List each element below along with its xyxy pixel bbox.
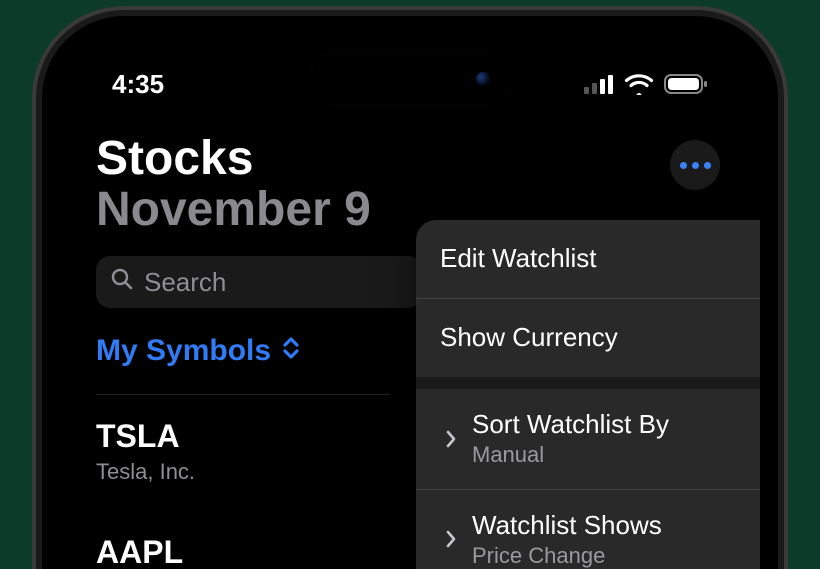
wifi-icon — [624, 73, 654, 95]
search-input[interactable]: Search — [96, 256, 422, 308]
status-time: 4:35 — [112, 69, 164, 100]
menu-item-show-currency[interactable]: Show Currency $ — [416, 298, 760, 377]
menu-item-value: Price Change — [472, 543, 760, 569]
chevron-right-icon — [440, 529, 462, 549]
menu-item-edit-watchlist[interactable]: Edit Watchlist — [416, 220, 760, 298]
watchlist-selector[interactable]: My Symbols — [96, 334, 301, 368]
menu-item-label: Sort Watchlist By — [472, 409, 760, 440]
chevron-up-down-icon — [281, 334, 301, 368]
context-menu: Edit Watchlist Show Currency $ — [416, 220, 760, 569]
cellular-icon — [584, 74, 614, 94]
menu-item-label: Edit Watchlist — [440, 243, 760, 274]
page-title: Stocks — [96, 134, 724, 184]
phone-frame: 4:35 — [32, 6, 788, 569]
stock-item[interactable]: AAPL — [96, 534, 183, 569]
search-icon — [110, 267, 134, 298]
ellipsis-icon — [680, 162, 687, 169]
phone-bezel: 4:35 — [42, 16, 778, 569]
search-placeholder: Search — [144, 267, 226, 298]
menu-item-sort-watchlist[interactable]: Sort Watchlist By Manual — [416, 389, 760, 489]
watchlist-selector-label: My Symbols — [96, 334, 271, 368]
stock-symbol: TSLA — [96, 418, 195, 455]
menu-item-watchlist-shows[interactable]: Watchlist Shows Price Change — [416, 489, 760, 569]
chevron-right-icon — [440, 429, 462, 449]
menu-item-label: Watchlist Shows — [472, 510, 760, 541]
ellipsis-icon — [704, 162, 711, 169]
status-bar: 4:35 — [60, 64, 760, 104]
more-button[interactable] — [670, 140, 720, 190]
divider — [96, 394, 390, 395]
menu-separator — [416, 377, 760, 389]
screen: 4:35 — [60, 34, 760, 569]
battery-icon — [664, 73, 708, 95]
menu-item-label: Show Currency — [440, 322, 760, 353]
stock-symbol: AAPL — [96, 534, 183, 569]
stock-name: Tesla, Inc. — [96, 459, 195, 485]
status-right — [584, 73, 708, 95]
ellipsis-icon — [692, 162, 699, 169]
menu-item-value: Manual — [472, 442, 760, 468]
stock-item[interactable]: TSLA Tesla, Inc. — [96, 418, 195, 485]
